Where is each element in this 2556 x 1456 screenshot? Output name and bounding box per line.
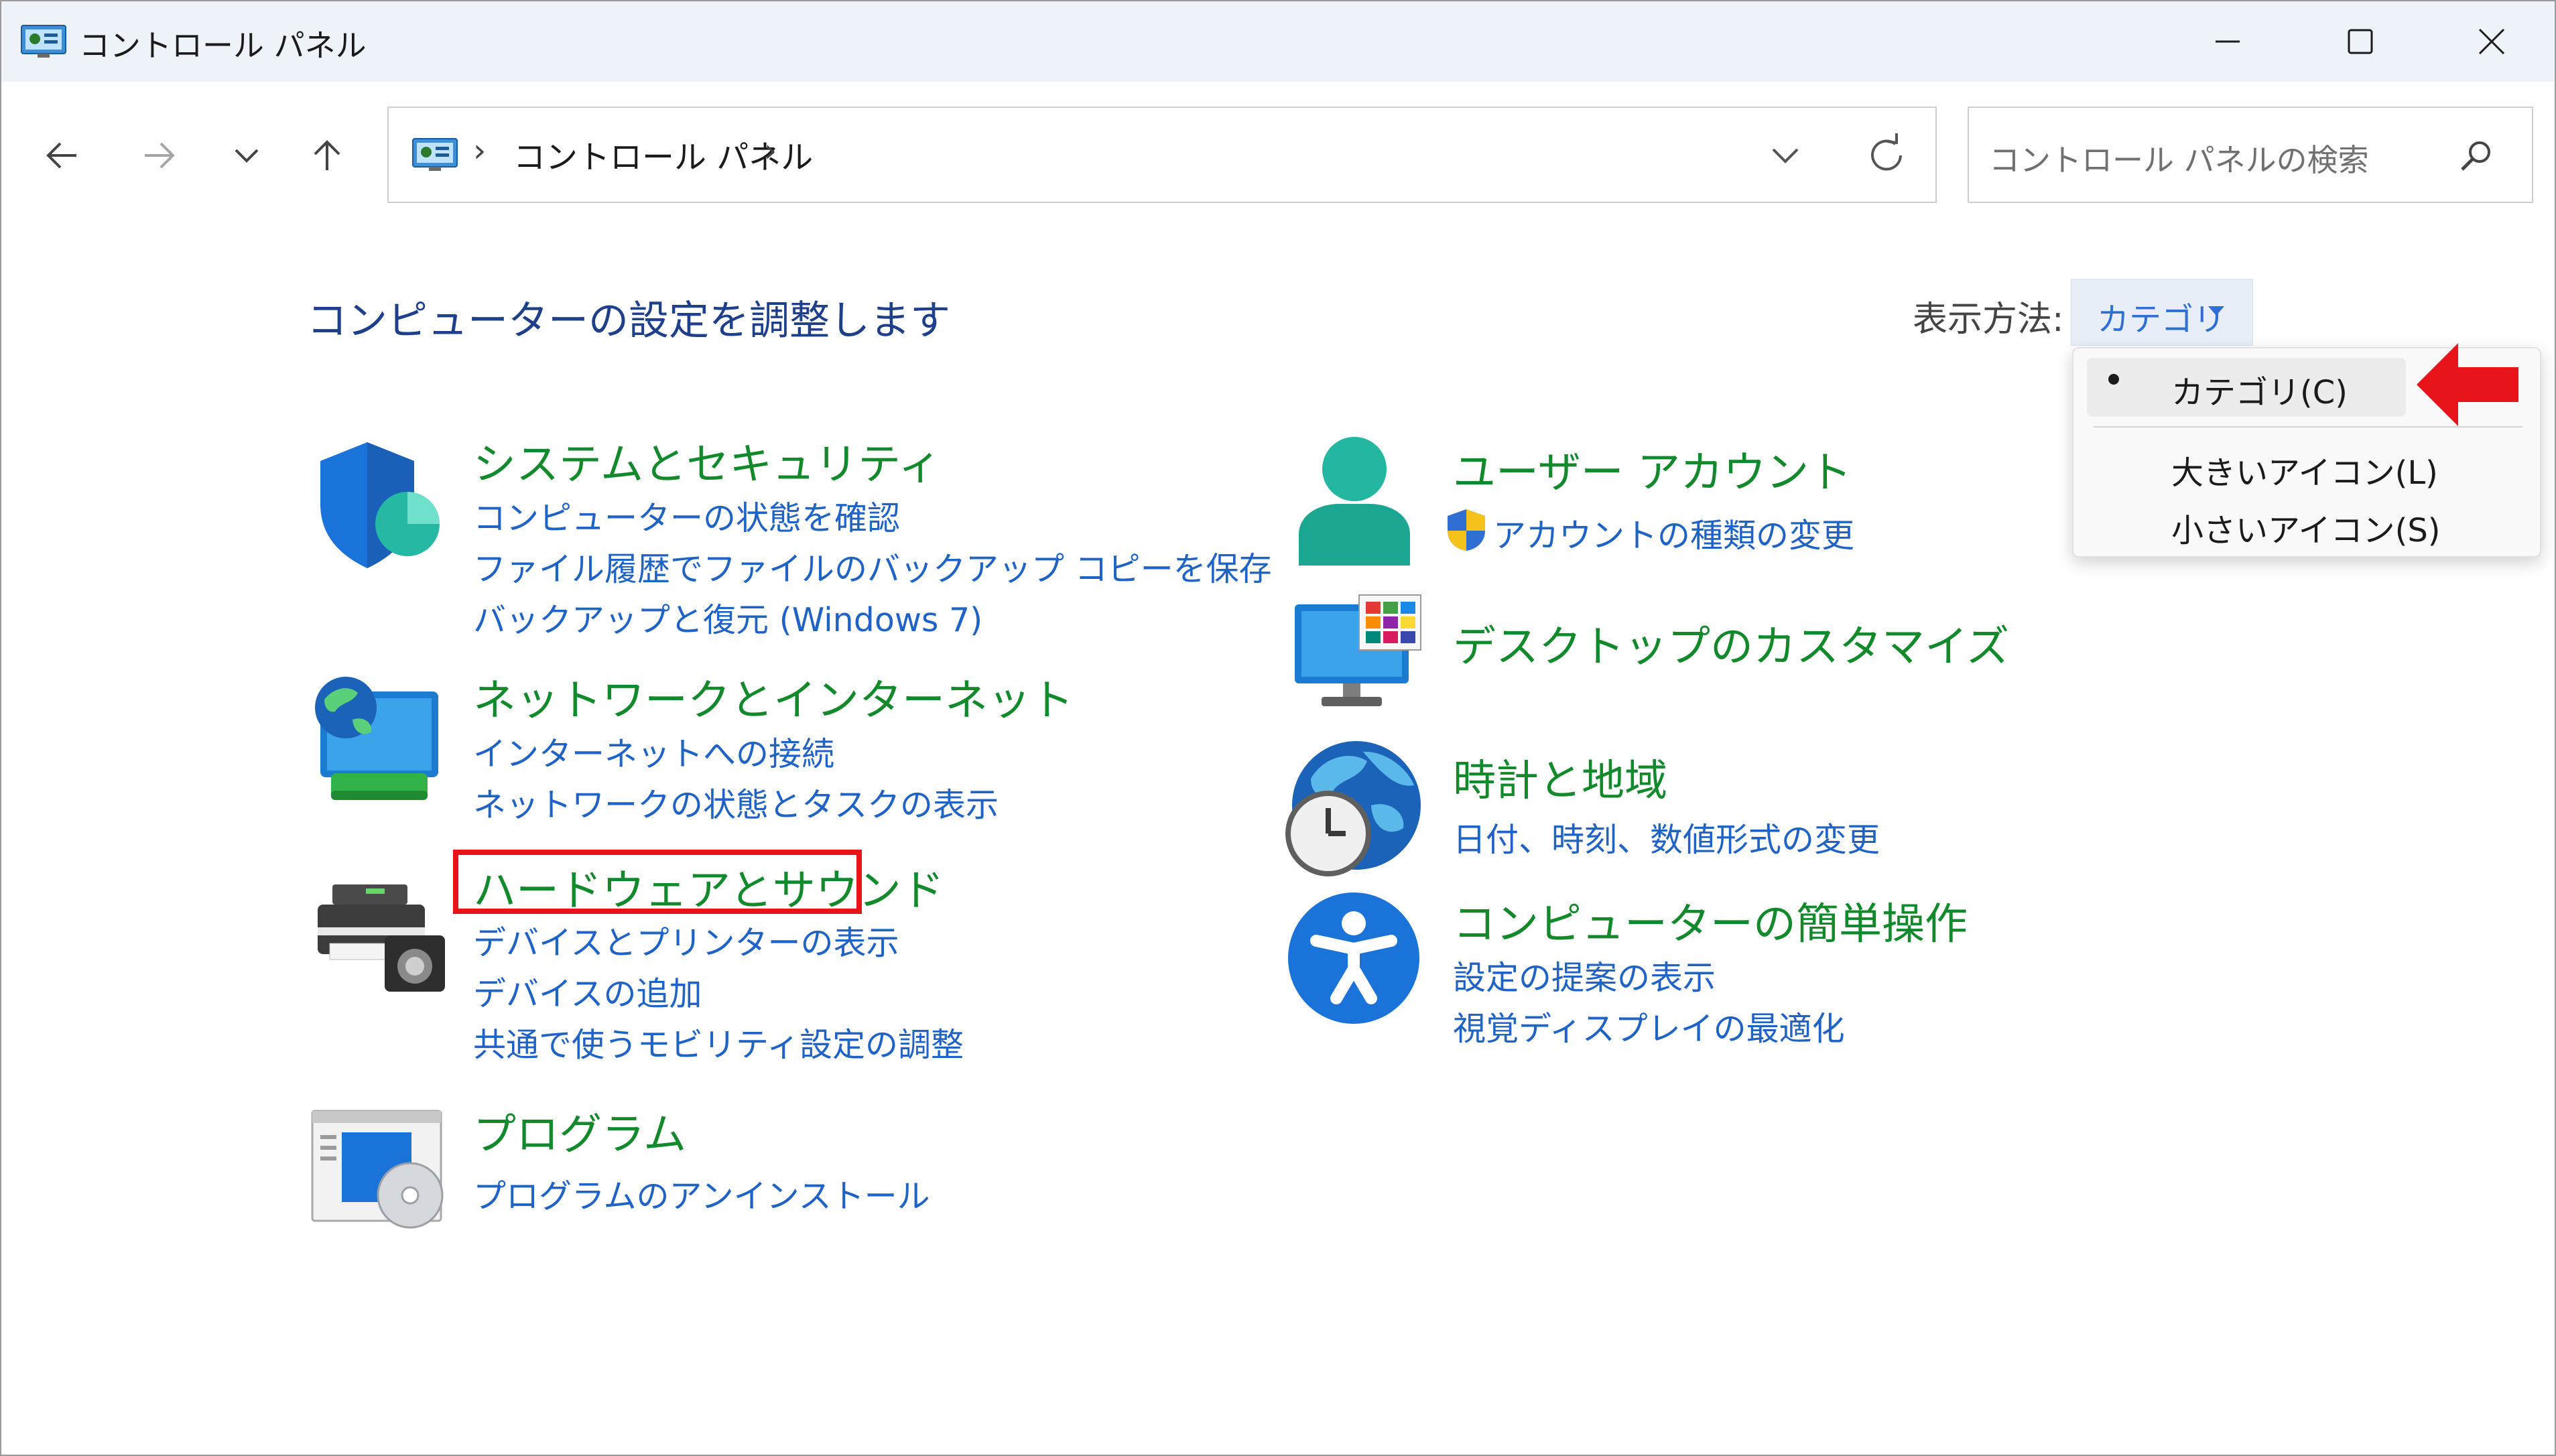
breadcrumb-separator[interactable]: › [764,132,777,170]
minimize-icon [2216,40,2240,43]
category-title-clock-region[interactable]: 時計と地域 [1453,746,1667,808]
shield-icon[interactable] [314,437,445,571]
caret-down-icon [2208,306,2224,316]
user-account-icon[interactable] [1292,434,1417,571]
recent-locations-button[interactable] [220,129,273,182]
search-icon[interactable] [2455,135,2498,178]
minimize-button[interactable] [2187,13,2268,70]
category-title-ease-of-access[interactable]: コンピューターの簡単操作 [1453,890,1968,951]
network-icon[interactable] [311,673,445,807]
back-button[interactable] [35,129,88,182]
category-title-system-security[interactable]: システムとセキュリティ [473,430,941,492]
chevron-down-icon [235,149,259,163]
control-panel-window: コントロール パネル › コントロール パネル › コントロール パネルの検索 … [0,0,2556,1456]
highlight-annotation [453,850,862,914]
close-icon [2478,28,2505,55]
page-title: コンピューターの設定を調整します [307,297,950,344]
link-settings-suggestions[interactable]: 設定の提案の表示 [1453,951,1716,999]
maximize-button[interactable] [2320,13,2401,70]
back-arrow-icon [46,142,76,169]
close-button[interactable] [2451,13,2532,70]
link-date-time-format[interactable]: 日付、時刻、数値形式の変更 [1453,813,1880,861]
programs-icon[interactable] [310,1108,448,1232]
category-title-network[interactable]: ネットワークとインターネット [473,666,1074,728]
link-uninstall-program[interactable]: プログラムのアンインストール [473,1170,930,1217]
category-title-desktop[interactable]: デスクトップのカスタマイズ [1453,612,2009,674]
accessibility-icon[interactable] [1287,891,1421,1025]
menu-item-small-icons[interactable]: 小さいアイコン(S) [2171,504,2441,551]
menu-item-category[interactable]: カテゴリ(C) [2171,366,2348,413]
red-arrow-annotation [2417,343,2518,426]
desktop-customization-icon[interactable] [1292,594,1423,712]
refresh-icon[interactable] [1863,132,1910,179]
link-change-account-type[interactable]: アカウントの種類の変更 [1493,509,1854,557]
link-file-history[interactable]: ファイル履歴でファイルのバックアップ コピーを保存 [473,543,1272,590]
link-add-device[interactable]: デバイスの追加 [473,968,702,1015]
search-placeholder[interactable]: コントロール パネルの検索 [1989,136,2369,180]
link-optimize-display[interactable]: 視覚ディスプレイの最適化 [1453,1002,1845,1050]
view-by-value[interactable]: カテゴリ [2097,293,2226,340]
link-network-status[interactable]: ネットワークの状態とタスクの表示 [473,779,999,826]
uac-shield-icon [1448,509,1485,551]
up-arrow-icon [314,140,340,170]
clock-globe-icon[interactable] [1284,738,1423,878]
address-dropdown-icon[interactable] [1765,135,1805,175]
category-title-user-accounts[interactable]: ユーザー アカウント [1453,438,1852,500]
control-panel-icon [21,25,66,58]
link-connect-internet[interactable]: インターネットへの接続 [473,728,834,775]
selected-bullet-icon [2108,374,2119,385]
maximize-icon [2348,29,2373,54]
up-button[interactable] [300,129,354,182]
link-check-status[interactable]: コンピューターの状態を確認 [473,492,900,539]
window-title: コントロール パネル [79,27,367,64]
link-devices-printers[interactable]: デバイスとプリンターの表示 [473,917,899,964]
breadcrumb-separator[interactable]: › [473,132,486,170]
forward-button[interactable] [133,129,186,182]
category-title-programs[interactable]: プログラム [473,1100,686,1162]
link-mobility-settings[interactable]: 共通で使うモビリティ設定の調整 [473,1018,964,1066]
forward-arrow-icon [145,142,175,169]
title-bar: コントロール パネル [1,1,2555,82]
printer-icon[interactable] [312,879,449,994]
search-box[interactable]: コントロール パネルの検索 [1968,107,2533,203]
view-by-label: 表示方法: [1913,300,2064,340]
menu-item-large-icons[interactable]: 大きいアイコン(L) [2171,446,2438,493]
address-bar[interactable]: › コントロール パネル › [387,107,1937,203]
link-backup-restore[interactable]: バックアップと復元 (Windows 7) [473,594,982,641]
control-panel-icon [412,138,458,171]
view-by-dropdown[interactable]: カテゴリ [2071,279,2253,346]
